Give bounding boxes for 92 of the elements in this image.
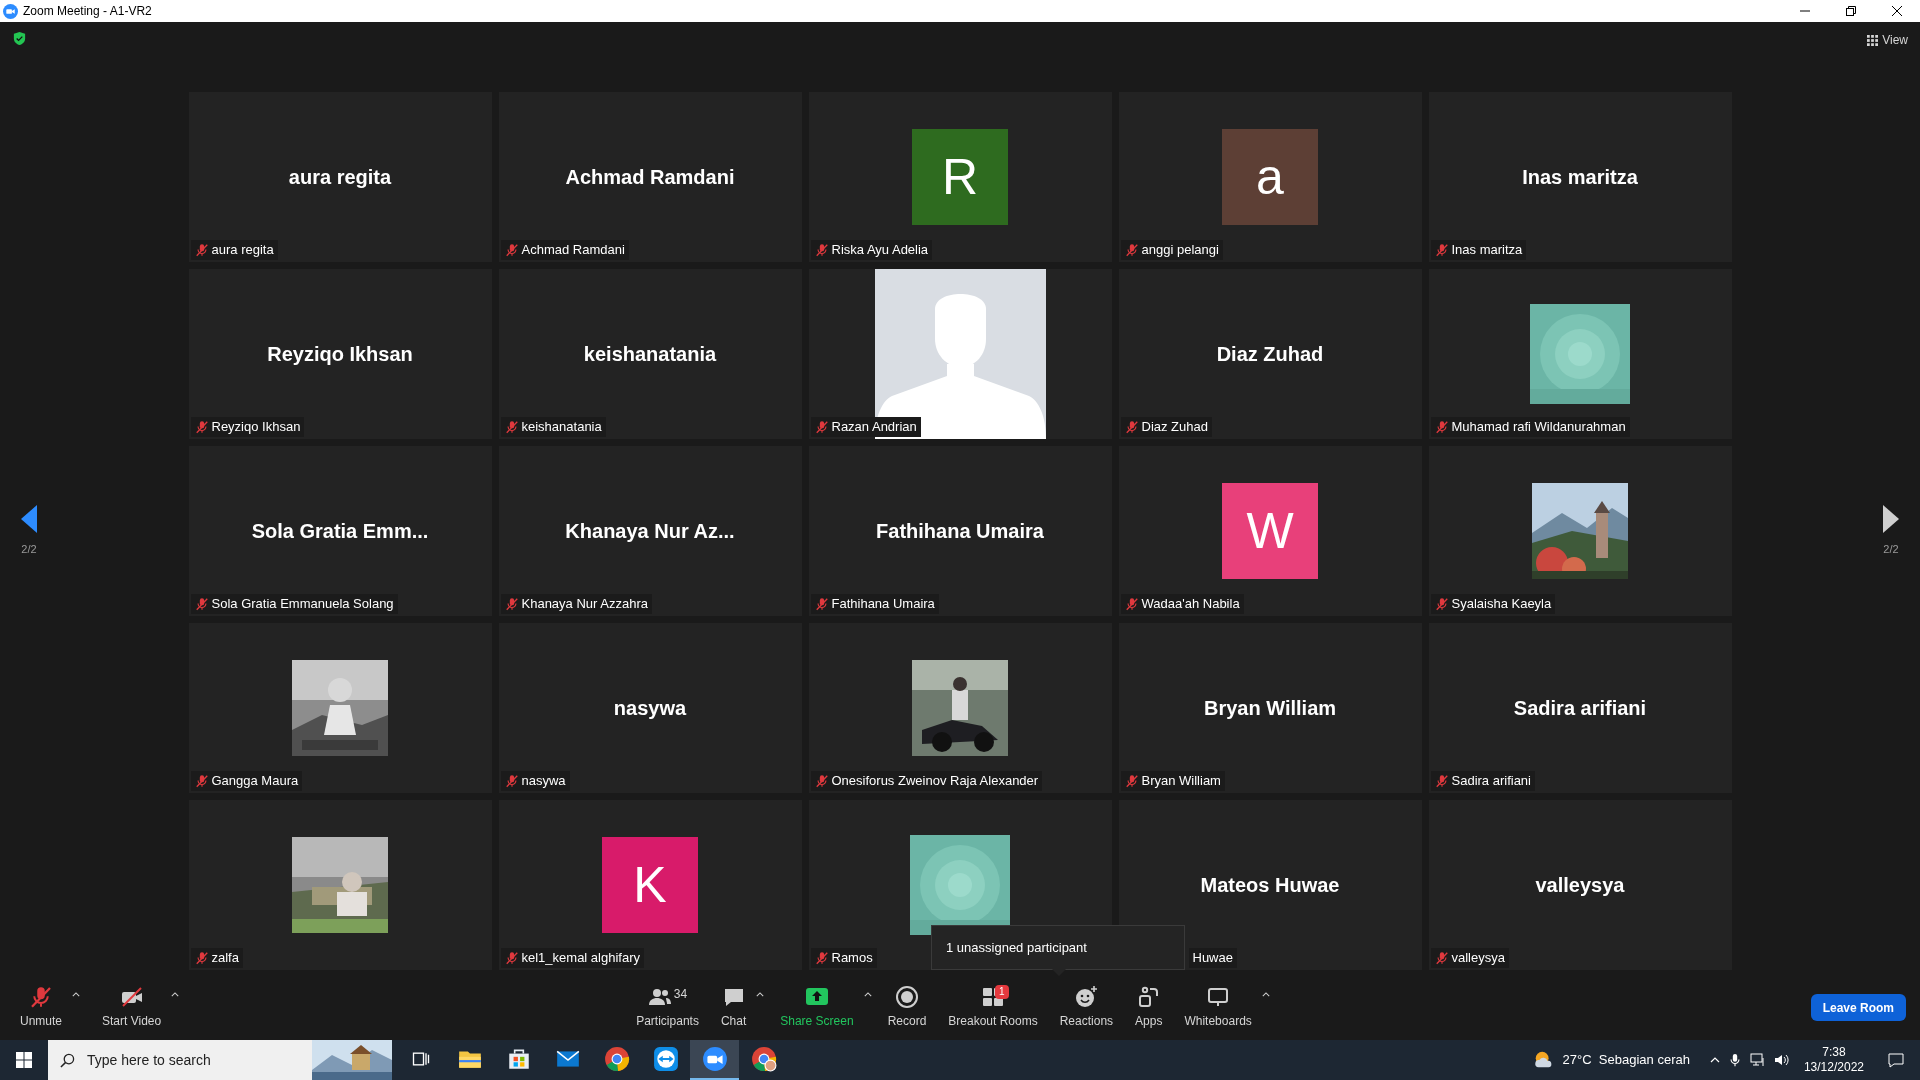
toolbar-button[interactable]: Unmute <box>14 979 69 1036</box>
remote-arrows-icon <box>652 1046 679 1072</box>
previous-page-arrow-icon[interactable] <box>21 504 37 533</box>
search-field[interactable]: Type here to search <box>87 1049 307 1071</box>
participant-label: anggi pelangi <box>1141 241 1219 260</box>
participant-name: Sadira arifiani <box>1513 696 1647 721</box>
participant-name: Inas maritza <box>1522 165 1638 190</box>
participant-label: Sadira arifiani <box>1451 772 1531 791</box>
participant-label: kel1_kemal alghifary <box>521 949 640 968</box>
default-avatar-icon <box>874 269 1046 439</box>
windows-logo-icon <box>16 1052 32 1068</box>
restore-icon <box>1846 6 1856 16</box>
toolbar-button[interactable]: Chat <box>714 979 753 1036</box>
participant-label: Riska Ayu Adelia <box>831 241 929 260</box>
toolbar-button[interactable]: Record <box>881 979 933 1036</box>
volume-icon[interactable] <box>1773 1052 1790 1068</box>
participant-label: Reyziqo Ikhsan <box>211 418 301 437</box>
participant-name: Achmad Ramdani <box>565 165 735 190</box>
participant-name: keishanatania <box>583 342 717 367</box>
letter-avatar: R <box>912 129 1008 225</box>
participant-label: Fathihana Umaira <box>831 595 935 614</box>
participant-count: 34 <box>673 986 688 1003</box>
weather-text: 27°C Sebagian cerah <box>1562 1051 1690 1070</box>
participant-label: Onesiforus Zweinov Raja Alexander <box>831 772 1039 791</box>
participant-label: valleysya <box>1451 949 1505 968</box>
participant-label: Sola Gratia Emmanuela Solang <box>211 595 394 614</box>
network-icon[interactable] <box>1749 1052 1766 1068</box>
reactions-icon <box>1074 985 1099 1009</box>
toolbar-button[interactable]: 34 Participants <box>630 979 705 1036</box>
participant-label: Bryan William <box>1141 772 1221 791</box>
toolbar-button[interactable]: Reactions <box>1053 979 1120 1036</box>
search-icon <box>60 1052 75 1068</box>
participant-label: Ramos <box>831 949 873 968</box>
shield-check-icon[interactable] <box>12 31 27 46</box>
participant-label: Diaz Zuhad <box>1141 418 1208 437</box>
toolbar-button[interactable]: Start Video <box>96 979 168 1036</box>
participant-label: Achmad Ramdani <box>521 241 625 260</box>
record-icon <box>895 985 919 1009</box>
participant-label: nasywa <box>521 772 566 791</box>
browser-icon <box>603 1046 630 1072</box>
letter-avatar: a <box>1222 129 1318 225</box>
apps-icon <box>1136 985 1161 1009</box>
participant-label: aura regita <box>211 241 274 260</box>
notification-badge: 1 <box>995 984 1009 999</box>
participant-label: Muhamad rafi Wildanurahman <box>1451 418 1626 437</box>
app-logo-icon <box>3 3 18 19</box>
toolbar-button[interactable]: Whiteboards <box>1178 979 1258 1036</box>
participant-name: nasywa <box>613 696 687 721</box>
caret-icon[interactable] <box>72 991 81 997</box>
video-camera-icon <box>701 1046 728 1072</box>
page-indicator: 2/2 <box>1883 541 1899 557</box>
browser-icon <box>750 1046 777 1072</box>
toolbar-button[interactable]: Apps <box>1129 979 1169 1036</box>
search-bar[interactable]: Type here to search <box>48 1040 392 1080</box>
participant-name: Diaz Zuhad <box>1216 342 1324 367</box>
participant-name: Khanaya Nur Az... <box>565 519 735 544</box>
tooltip-text: 1 unassigned participant <box>946 938 1087 957</box>
notification-icon[interactable] <box>1888 1052 1904 1068</box>
participant-label: Huwae <box>1192 949 1233 968</box>
participant-name: Bryan William <box>1203 696 1337 721</box>
whiteboard-icon <box>1206 985 1231 1009</box>
toolbar-button[interactable]: 1 Breakout Rooms <box>942 979 1044 1036</box>
letter-avatar: K <box>602 837 698 933</box>
participant-name: aura regita <box>288 165 392 190</box>
window-title: Zoom Meeting - A1-VR2 <box>23 3 152 20</box>
participant-label: Inas maritza <box>1451 241 1523 260</box>
participant-label: zalfa <box>211 949 239 968</box>
participant-name: Fathihana Umaira <box>876 519 1044 544</box>
participant-label: Syalaisha Kaeyla <box>1451 595 1552 614</box>
view-button[interactable]: View <box>1867 31 1908 49</box>
close-icon <box>1892 6 1902 16</box>
participant-name: valleysya <box>1535 873 1625 898</box>
participant-label: Khanaya Nur Azzahra <box>521 595 648 614</box>
toolbar-button[interactable]: Share Screen <box>774 979 860 1036</box>
next-page-arrow-icon[interactable] <box>1883 504 1899 533</box>
grid-icon <box>1867 34 1879 46</box>
participant-name: Mateos Huwae <box>1200 873 1340 898</box>
participant-label: Razan Andrian <box>831 418 917 437</box>
caret-icon[interactable] <box>1261 991 1270 997</box>
letter-avatar: W <box>1222 483 1318 579</box>
participant-label: Wadaa'ah Nabila <box>1141 595 1240 614</box>
participant-name: Sola Gratia Emm... <box>251 519 429 544</box>
leave-room-button[interactable]: Leave Room <box>1810 994 1906 1021</box>
clock[interactable]: 7:38 13/12/2022 <box>1797 1045 1870 1075</box>
participant-label: Gangga Maura <box>211 772 299 791</box>
taskbar-app[interactable] <box>690 1040 739 1080</box>
caret-icon[interactable] <box>756 991 765 997</box>
caret-icon[interactable] <box>171 991 180 997</box>
participant-name: Reyziqo Ikhsan <box>267 342 413 367</box>
participant-label: keishanatania <box>521 418 602 437</box>
caret-icon[interactable] <box>863 991 872 997</box>
page-indicator: 2/2 <box>21 541 37 557</box>
